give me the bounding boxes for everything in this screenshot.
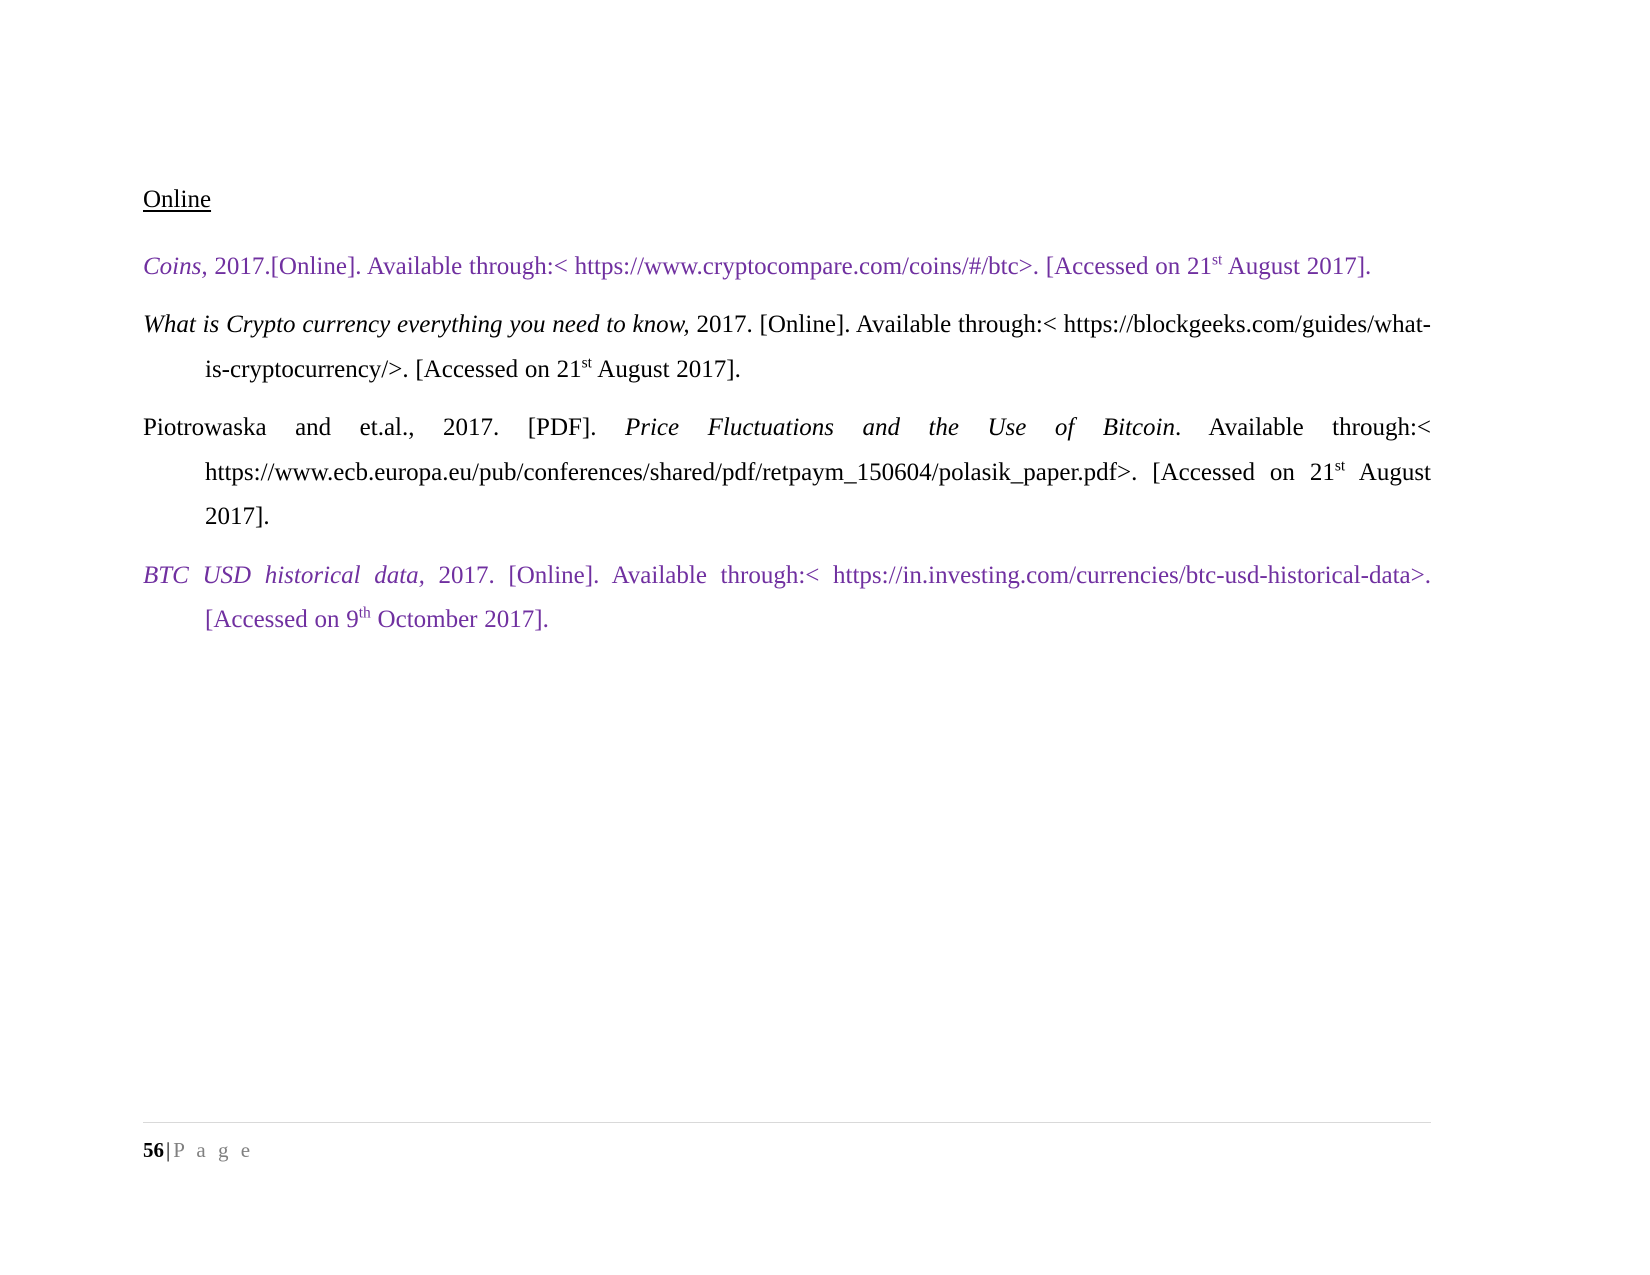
ordinal-suffix: st [1334, 457, 1346, 475]
ordinal-suffix: th [358, 604, 371, 622]
footer-divider [143, 1122, 1431, 1123]
section-heading-online: Online [143, 186, 212, 213]
page-footer: 56| P a g e [143, 1137, 254, 1164]
ordinal-suffix: st [1212, 251, 1223, 269]
reference-body-tail: August 2017]. [591, 355, 741, 383]
references-content: Online Coins, 2017.[Online]. Available t… [143, 186, 1431, 643]
reference-body-tail: August 2017]. [1222, 252, 1372, 280]
footer-separator: | [166, 1138, 171, 1162]
ordinal-suffix: st [581, 354, 592, 372]
document-page: Online Coins, 2017.[Online]. Available t… [0, 0, 1650, 1275]
reference-title-italic: Price Fluctuations and the Use of Bitcoi… [624, 414, 1176, 442]
reference-entry-piotrowaska: Piotrowaska and et.al., 2017. [PDF]. Pri… [143, 406, 1431, 540]
reference-entry-coins: Coins, 2017.[Online]. Available through:… [143, 245, 1431, 290]
reference-body-tail: Octomber 2017]. [370, 606, 549, 634]
footer-page-label: P a g e [173, 1138, 254, 1162]
footer-page-number: 56 [143, 1138, 164, 1162]
reference-title-italic: Coins, [143, 252, 208, 280]
reference-title-italic: BTC USD historical data, [143, 561, 425, 589]
reference-body-text: 2017.[Online]. Available through:< https… [207, 252, 1213, 280]
reference-title-italic: What is Crypto currency everything you n… [143, 311, 690, 339]
reference-entry-btc-usd: BTC USD historical data, 2017. [Online].… [143, 554, 1431, 643]
reference-entry-what-is-crypto: What is Crypto currency everything you n… [143, 303, 1431, 392]
reference-author-text: Piotrowaska and et.al., 2017. [PDF]. [143, 414, 625, 442]
